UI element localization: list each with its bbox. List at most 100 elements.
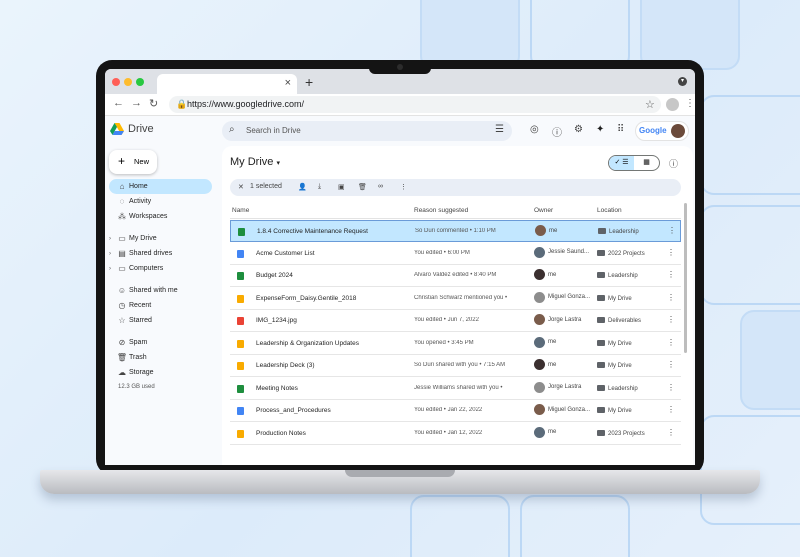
sidebar-item-trash[interactable]: 🗑 Trash <box>109 350 212 365</box>
location-cell[interactable]: My Drive <box>597 362 632 369</box>
new-button[interactable]: + New <box>109 150 157 174</box>
file-name[interactable]: Acme Customer List <box>256 250 315 257</box>
sidebar-item-spam[interactable]: ⊘ Spam <box>109 335 212 350</box>
row-more-icon[interactable]: ⋮ <box>667 270 675 279</box>
apps-grid-icon[interactable]: ⠿ <box>617 124 624 135</box>
drive-logo-icon <box>110 123 124 135</box>
sidebar-item-recent[interactable]: ◷ Recent <box>109 298 212 313</box>
file-name[interactable]: 1.8.4 Corrective Maintenance Request <box>257 228 368 235</box>
trash-icon[interactable]: 🗑 <box>358 183 367 191</box>
list-view-icon[interactable]: ✓ ☰ <box>609 156 634 170</box>
sidebar-item-storage[interactable]: ☁ Storage <box>109 365 212 380</box>
gemini-sparkle-icon[interactable]: ✦ <box>596 124 604 135</box>
location-cell[interactable]: Leadership <box>598 228 639 235</box>
row-more-icon[interactable]: ⋮ <box>667 428 675 437</box>
location-cell[interactable]: Leadership <box>597 384 638 392</box>
sidebar-item-my-drive[interactable]: › ▭ My Drive <box>109 231 212 246</box>
scrollbar[interactable] <box>684 203 687 353</box>
sidebar-item-computers[interactable]: › ▭ Computers <box>109 261 212 276</box>
laptop: × + ▾ ← → ↻ 🔒 https://www.googledrive.co… <box>96 60 704 475</box>
download-icon[interactable]: ⤓ <box>318 183 321 191</box>
row-more-icon[interactable]: ⋮ <box>667 293 675 302</box>
location-name: My Drive <box>608 295 632 302</box>
file-row[interactable]: Meeting Notes Jessie Williams shared with… <box>230 378 681 400</box>
minimize-window-button[interactable] <box>124 78 132 86</box>
row-more-icon[interactable]: ⋮ <box>667 360 675 369</box>
owner-name: Jorge Lastra <box>548 384 582 390</box>
sidebar-item-activity[interactable]: ◌ Activity <box>109 194 212 209</box>
clear-selection-icon[interactable]: ✕ <box>238 183 244 191</box>
sidebar-item-starred[interactable]: ☆ Starred <box>109 313 212 328</box>
location-cell[interactable]: My Drive <box>597 294 632 302</box>
back-icon[interactable]: ← <box>113 97 124 109</box>
bookmark-star-icon[interactable]: ☆ <box>645 98 655 111</box>
row-more-icon[interactable]: ⋮ <box>667 405 675 414</box>
sidebar-item-shared-drives[interactable]: › ▤ Shared drives <box>109 246 212 261</box>
file-row[interactable]: Acme Customer List You edited • 6:00 PM Je… <box>230 243 681 265</box>
location-cell[interactable]: My Drive <box>597 407 632 414</box>
file-name[interactable]: ExpenseForm_Daisy.Gentile_2018 <box>256 295 356 302</box>
search-input[interactable]: ⌕ Search in Drive ☰ <box>222 121 512 141</box>
google-account-badge[interactable]: Google <box>635 121 689 141</box>
sidebar-item-home[interactable]: ⌂ Home <box>109 179 212 194</box>
account-avatar[interactable] <box>671 124 685 138</box>
browser-tab[interactable]: × <box>157 74 297 94</box>
file-row[interactable]: 1.8.4 Corrective Maintenance Request So D… <box>230 220 681 242</box>
row-more-icon[interactable]: ⋮ <box>667 248 675 257</box>
close-tab-icon[interactable]: × <box>285 77 291 89</box>
file-row[interactable]: Budget 2024 Alvaro Valdez edited • 8:40 P… <box>230 265 681 287</box>
more-actions-icon[interactable]: ⋮ <box>400 183 407 191</box>
sidebar-item-label: Spam <box>129 339 148 346</box>
file-name[interactable]: Production Notes <box>256 430 306 437</box>
file-name[interactable]: Leadership & Organization Updates <box>256 340 359 347</box>
file-name[interactable]: Budget 2024 <box>256 272 293 279</box>
file-row[interactable]: Leadership Deck (3) So Duri shared with y… <box>230 355 681 377</box>
file-name[interactable]: IMG_1234.jpg <box>256 317 297 324</box>
column-header-name[interactable]: Name <box>232 207 249 214</box>
row-more-icon[interactable]: ⋮ <box>668 226 676 235</box>
details-info-icon[interactable]: ⓘ <box>669 157 678 170</box>
location-cell[interactable]: 2023 Projects <box>597 429 645 437</box>
search-options-icon[interactable]: ☰ <box>495 124 504 135</box>
sidebar-item-workspaces[interactable]: ⁂ Workspaces <box>109 209 212 224</box>
browser-menu-icon[interactable]: ⋮ <box>685 98 695 109</box>
my-drive-icon: ▭ <box>118 234 126 243</box>
forward-icon[interactable]: → <box>131 97 142 109</box>
sidebar-item-shared-with-me[interactable]: ☺ Shared with me <box>109 283 212 298</box>
help-icon[interactable]: ⓘ <box>552 124 562 139</box>
location-cell[interactable]: Leadership <box>597 272 638 279</box>
page-title[interactable]: My Drive ▾ <box>230 156 280 168</box>
file-row[interactable]: Process_and_Procedures You edited • Jan 2… <box>230 400 681 422</box>
file-row[interactable]: IMG_1234.jpg You edited • Jun 7, 2022 Jorg… <box>230 310 681 332</box>
move-icon[interactable]: ▣ <box>338 183 345 191</box>
grid-view-icon[interactable]: ▦ <box>634 156 659 170</box>
row-more-icon[interactable]: ⋮ <box>667 315 675 324</box>
row-more-icon[interactable]: ⋮ <box>667 338 675 347</box>
file-row[interactable]: Production Notes You edited • Jan 12, 202… <box>230 423 681 445</box>
view-toggle[interactable]: ✓ ☰ ▦ <box>608 155 660 171</box>
file-name[interactable]: Meeting Notes <box>256 385 298 392</box>
location-cell[interactable]: 2022 Projects <box>597 249 645 257</box>
file-name[interactable]: Leadership Deck (3) <box>256 362 315 369</box>
search-placeholder: Search in Drive <box>246 126 301 135</box>
settings-gear-icon[interactable]: ⚙ <box>574 124 583 135</box>
doc-file-icon <box>237 249 244 258</box>
share-icon[interactable]: 👤 <box>298 183 307 191</box>
link-icon[interactable]: ∞ <box>378 183 383 190</box>
offline-status-icon[interactable]: ◎ <box>530 124 539 135</box>
tab-search-icon[interactable]: ▾ <box>678 77 687 86</box>
new-tab-button[interactable]: + <box>305 74 313 90</box>
close-window-button[interactable] <box>112 78 120 86</box>
reason-suggested: Jessie Williams shared with you • <box>414 384 503 391</box>
drive-logo[interactable]: Drive <box>110 123 154 135</box>
row-more-icon[interactable]: ⋮ <box>667 383 675 392</box>
maximize-window-button[interactable] <box>136 78 144 86</box>
file-name[interactable]: Process_and_Procedures <box>256 407 331 414</box>
reload-icon[interactable]: ↻ <box>149 97 158 110</box>
file-row[interactable]: ExpenseForm_Daisy.Gentile_2018 Christian … <box>230 288 681 310</box>
location-cell[interactable]: Deliverables <box>597 317 641 324</box>
browser-profile-avatar[interactable] <box>666 98 679 111</box>
location-cell[interactable]: My Drive <box>597 339 632 347</box>
file-row[interactable]: Leadership & Organization Updates You ope… <box>230 333 681 355</box>
url-field[interactable]: 🔒 https://www.googledrive.com/ <box>169 96 661 113</box>
